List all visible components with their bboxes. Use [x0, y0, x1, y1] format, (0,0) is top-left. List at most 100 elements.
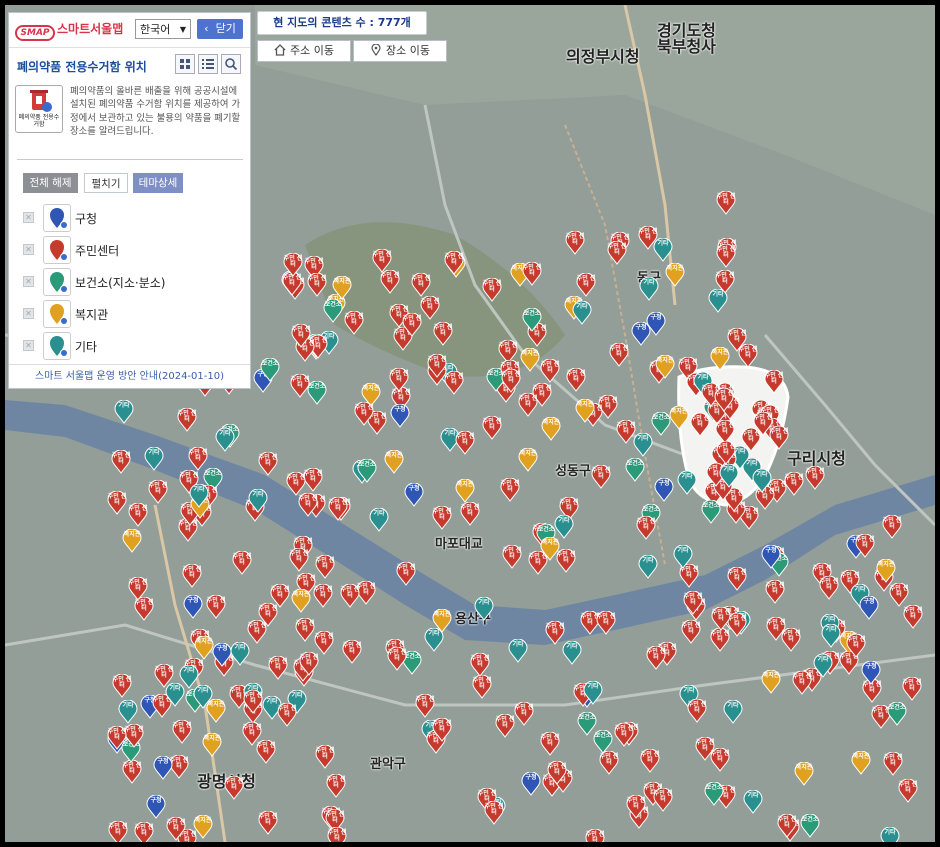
map-marker[interactable]: 주민 센터 [172, 720, 192, 744]
map-marker[interactable]: 기타 [813, 654, 833, 678]
map-marker[interactable]: 기타 [880, 827, 900, 842]
map-marker[interactable]: 주민 센터 [328, 497, 348, 521]
map-marker[interactable]: 주민 센터 [576, 273, 596, 297]
map-marker[interactable]: 주민 센터 [420, 296, 440, 320]
map-marker[interactable]: 주민 센터 [596, 611, 616, 635]
map-marker[interactable]: 주민 센터 [134, 822, 154, 842]
map-marker[interactable]: 주민 센터 [585, 829, 605, 842]
map-marker[interactable]: 주민 센터 [289, 548, 309, 572]
map-marker[interactable]: 구청 [183, 595, 203, 619]
map-marker[interactable]: 주민 센터 [495, 714, 515, 738]
address-move-button[interactable]: 주소 이동 [257, 40, 351, 62]
category-checkbox[interactable]: ✕ [23, 244, 34, 255]
map-marker[interactable]: 주민 센터 [636, 516, 656, 540]
category-checkbox[interactable]: ✕ [23, 212, 34, 223]
map-marker[interactable]: 복지관 [518, 448, 538, 472]
map-marker[interactable]: 기타 [114, 400, 134, 424]
map-marker[interactable]: 기타 [572, 301, 592, 325]
map-marker[interactable]: 주민 센터 [433, 322, 453, 346]
map-marker[interactable]: 주민 센터 [599, 751, 619, 775]
map-marker[interactable]: 주민 센터 [444, 251, 464, 275]
map-marker[interactable]: 복지관 [384, 450, 404, 474]
map-marker[interactable]: 기타 [369, 508, 389, 532]
map-marker[interactable]: 주민 센터 [283, 253, 303, 277]
map-marker[interactable]: 복지관 [669, 406, 689, 430]
grid-view-button[interactable] [175, 54, 195, 74]
map-marker[interactable]: 주민 센터 [614, 723, 634, 747]
map-marker[interactable]: 주민 센터 [653, 788, 673, 812]
map-marker[interactable]: 주민 센터 [303, 468, 323, 492]
map-marker[interactable]: 기타 [677, 471, 697, 495]
map-marker[interactable]: 주민 센터 [354, 402, 374, 426]
map-marker[interactable]: 주민 센터 [646, 646, 666, 670]
map-marker[interactable]: 주민 센터 [256, 740, 276, 764]
map-marker[interactable]: 주민 센터 [108, 821, 128, 842]
map-marker[interactable]: 보건소 [800, 814, 820, 838]
map-marker[interactable]: 보건소 [651, 412, 671, 436]
map-marker[interactable]: 주민 센터 [326, 774, 346, 798]
map-marker[interactable]: 주민 센터 [882, 515, 902, 539]
map-marker[interactable]: 주민 센터 [792, 671, 812, 695]
map-marker[interactable]: 복지관 [520, 348, 540, 372]
map-marker[interactable]: 기타 [554, 515, 574, 539]
map-marker[interactable]: 주민 센터 [111, 450, 131, 474]
map-marker[interactable]: 기타 [583, 681, 603, 705]
map-marker[interactable]: 주민 센터 [411, 273, 431, 297]
map-marker[interactable]: 주민 센터 [540, 359, 560, 383]
map-marker[interactable]: 주민 센터 [134, 597, 154, 621]
close-panel-button[interactable]: ‹ 닫기 [197, 19, 243, 39]
map-marker[interactable]: 주민 센터 [716, 191, 736, 215]
map-marker[interactable]: 주민 센터 [805, 466, 825, 490]
map-marker[interactable]: 주민 센터 [342, 640, 362, 664]
map-marker[interactable]: 주민 센터 [470, 653, 490, 677]
map-marker[interactable]: 주민 센터 [727, 328, 747, 352]
map-marker[interactable]: 복지관 [332, 276, 352, 300]
clear-all-button[interactable]: 전체 해제 [23, 173, 78, 193]
map-marker[interactable]: 주민 센터 [500, 478, 520, 502]
map-marker[interactable]: 주민 센터 [518, 393, 538, 417]
map-marker[interactable]: 주민 센터 [683, 591, 703, 615]
map-marker[interactable]: 주민 센터 [484, 801, 504, 825]
map-marker[interactable]: 주민 센터 [344, 311, 364, 335]
map-marker[interactable]: 주민 센터 [124, 724, 144, 748]
map-marker[interactable]: 주민 센터 [415, 694, 435, 718]
map-marker[interactable]: 주민 센터 [547, 761, 567, 785]
map-marker[interactable]: 보건소 [307, 381, 327, 405]
map-marker[interactable]: 주민 센터 [687, 699, 707, 723]
map-marker[interactable]: 주민 센터 [609, 343, 629, 367]
map-marker[interactable]: 주민 센터 [402, 313, 422, 337]
map-marker[interactable]: 주민 센터 [232, 551, 252, 575]
map-marker[interactable]: 주민 센터 [299, 652, 319, 676]
map-marker[interactable]: 보건소 [887, 702, 907, 726]
map-marker[interactable]: 구청 [521, 772, 541, 796]
map-marker[interactable]: 주민 센터 [182, 564, 202, 588]
map-marker[interactable]: 구청 [861, 661, 881, 685]
map-marker[interactable]: 주민 센터 [501, 369, 521, 393]
map-marker[interactable]: 복지관 [876, 559, 896, 583]
map-marker[interactable]: 주민 센터 [716, 441, 736, 465]
map-marker[interactable]: 주민 센터 [591, 465, 611, 489]
map-marker[interactable]: 주민 센터 [206, 595, 226, 619]
map-marker[interactable]: 기타 [673, 545, 693, 569]
map-marker[interactable]: 복지관 [291, 589, 311, 613]
map-marker[interactable]: 복지관 [432, 609, 452, 633]
map-marker[interactable]: 기타 [633, 433, 653, 457]
map-marker[interactable]: 복지관 [761, 670, 781, 694]
map-marker[interactable]: 주민 센터 [482, 278, 502, 302]
map-marker[interactable]: 주민 센터 [327, 827, 347, 842]
map-marker[interactable]: 주민 센터 [177, 408, 197, 432]
map-marker[interactable]: 주민 센터 [277, 703, 297, 727]
map-marker[interactable]: 주민 센터 [626, 795, 646, 819]
search-button[interactable] [221, 54, 241, 74]
map-marker[interactable]: 기타 [723, 700, 743, 724]
map-marker[interactable]: 보건소 [701, 500, 721, 524]
map-marker[interactable]: 기타 [719, 464, 739, 488]
map-marker[interactable]: 구청 [404, 483, 424, 507]
category-checkbox[interactable]: ✕ [23, 276, 34, 287]
category-checkbox[interactable]: ✕ [23, 340, 34, 351]
map-marker[interactable]: 주민 센터 [258, 603, 278, 627]
map-marker[interactable]: 복지관 [541, 417, 561, 441]
category-item[interactable]: ✕ 복지관 [23, 300, 243, 328]
map-marker[interactable]: 주민 센터 [777, 814, 797, 838]
map-marker[interactable]: 주민 센터 [681, 620, 701, 644]
